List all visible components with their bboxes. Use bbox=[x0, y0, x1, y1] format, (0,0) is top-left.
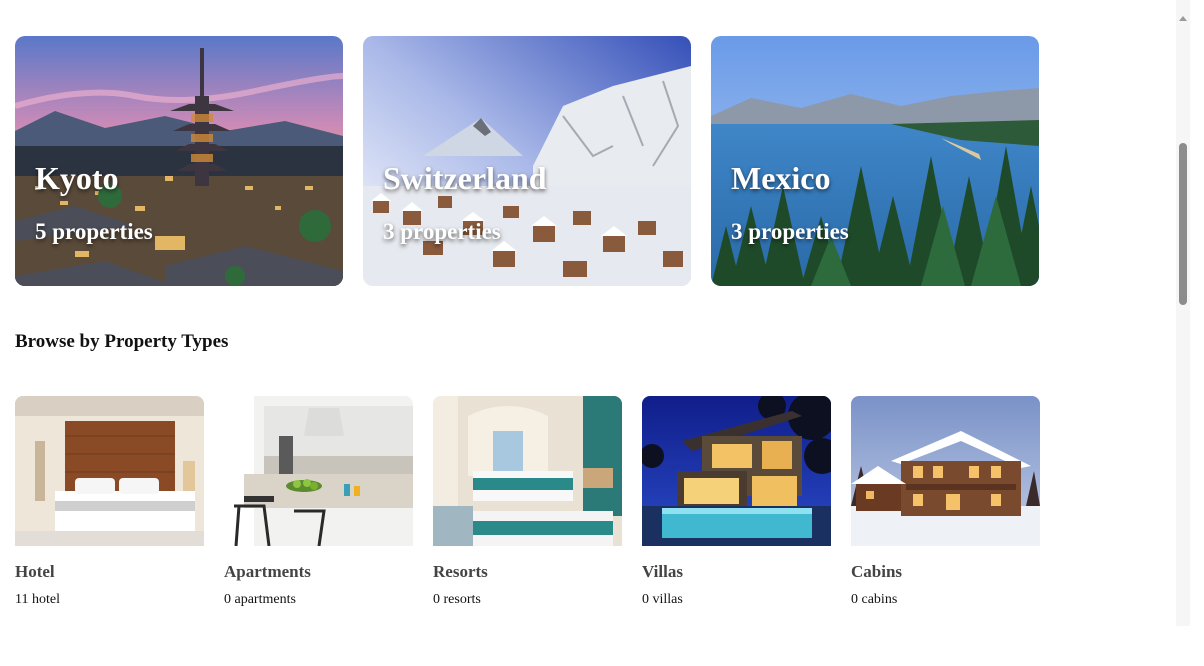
property-type-list: Hotel 11 hotel Apartments 0 apartments R… bbox=[15, 396, 1040, 608]
property-type-name: Hotel bbox=[15, 562, 55, 581]
property-type-count: 0 apartments bbox=[224, 592, 296, 607]
property-type-name: Resorts bbox=[433, 562, 488, 581]
section-title: Browse by Property Types bbox=[15, 331, 229, 352]
scroll-up-arrow-icon[interactable] bbox=[1179, 16, 1187, 21]
property-type-card-hotel[interactable]: Hotel 11 hotel bbox=[15, 396, 204, 608]
destination-name: Mexico bbox=[731, 160, 831, 196]
destination-card-switzerland[interactable]: Switzerland 3 properties bbox=[363, 36, 691, 286]
property-type-count: 0 villas bbox=[642, 592, 683, 607]
destination-name: Kyoto bbox=[35, 160, 119, 196]
destination-card-mexico[interactable]: Mexico 3 properties bbox=[711, 36, 1039, 286]
resorts-image bbox=[433, 396, 622, 546]
property-type-count: 11 hotel bbox=[15, 592, 60, 607]
property-type-card-resorts[interactable]: Resorts 0 resorts bbox=[433, 396, 622, 608]
property-type-name: Cabins bbox=[851, 562, 903, 581]
property-type-count: 0 resorts bbox=[433, 592, 481, 607]
apartments-image bbox=[224, 396, 413, 546]
hotel-image bbox=[15, 396, 204, 546]
scrollbar-thumb[interactable] bbox=[1179, 143, 1187, 305]
destination-property-count: 3 properties bbox=[731, 219, 849, 244]
villas-image bbox=[642, 396, 831, 546]
destination-list: Kyoto 5 properties Switzerland 3 propert… bbox=[15, 36, 1039, 286]
destination-name: Switzerland bbox=[383, 160, 547, 196]
destination-property-count: 5 properties bbox=[35, 219, 153, 244]
destination-property-count: 3 properties bbox=[383, 219, 501, 244]
property-type-count: 0 cabins bbox=[851, 592, 898, 607]
property-type-name: Apartments bbox=[224, 562, 311, 581]
page-content: Kyoto 5 properties Switzerland 3 propert… bbox=[0, 0, 1176, 666]
destination-card-kyoto[interactable]: Kyoto 5 properties bbox=[15, 36, 343, 286]
property-type-name: Villas bbox=[642, 562, 683, 581]
property-type-card-apartments[interactable]: Apartments 0 apartments bbox=[224, 396, 413, 608]
cabins-image bbox=[851, 396, 1040, 546]
property-type-card-cabins[interactable]: Cabins 0 cabins bbox=[851, 396, 1040, 608]
property-type-card-villas[interactable]: Villas 0 villas bbox=[642, 396, 831, 608]
vertical-scrollbar[interactable] bbox=[1176, 0, 1190, 626]
